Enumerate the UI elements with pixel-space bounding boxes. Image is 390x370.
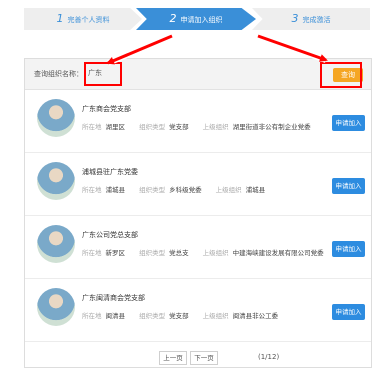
- location-label: 所在地: [82, 249, 102, 257]
- org-name: 广东公司党总支部: [82, 231, 138, 239]
- parent-value: 闽清县非公工委: [232, 312, 279, 320]
- step-apply-join-org: 2 申请加入组织: [136, 8, 256, 30]
- org-avatar: [37, 288, 75, 326]
- next-page-button[interactable]: 下一页: [190, 351, 218, 365]
- step-label: 完成激活: [302, 16, 331, 24]
- org-name: 广东闽清商会党支部: [82, 294, 145, 302]
- org-avatar: [37, 162, 75, 200]
- page-indicator: (1/12): [258, 353, 280, 361]
- org-list-item: 广东商会党支部 所在地 湖里区 组织类型 党支部 上级组织 湖里街道非公有制企业党委 …: [25, 90, 371, 153]
- org-name: 浦城县驻广东党委: [82, 168, 138, 176]
- step-complete-profile: 1 完善个人资料: [24, 8, 142, 30]
- step-number: 1: [56, 12, 64, 25]
- parent-value: 湖里街道非公有制企业党委: [232, 123, 311, 131]
- parent-label: 上级组织: [202, 249, 229, 257]
- location-value: 新罗区: [105, 249, 126, 257]
- org-list-item: 浦城县驻广东党委 所在地 浦城县 组织类型 乡科级党委 上级组织 浦城县 申请加入: [25, 153, 371, 216]
- location-value: 闽清县: [105, 312, 126, 320]
- pagination: 上一页 下一页 (1/12): [25, 351, 371, 365]
- parent-value: 中建海峡建设发展有限公司党委: [232, 249, 324, 257]
- org-name: 广东商会党支部: [82, 105, 131, 113]
- org-list-item: 广东闽清商会党支部 所在地 闽清县 组织类型 党支部 上级组织 闽清县非公工委 申请加…: [25, 279, 371, 342]
- step-label: 完善个人资料: [67, 16, 110, 24]
- highlight-box-search-button: [320, 62, 362, 88]
- arrow-to-search-button: [257, 34, 328, 62]
- org-meta: 所在地 湖里区 组织类型 党支部 上级组织 湖里街道非公有制企业党委: [82, 121, 323, 131]
- type-label: 组织类型: [139, 123, 166, 131]
- org-meta: 所在地 新罗区 组织类型 党总支 上级组织 中建海峡建设发展有限公司党委: [82, 247, 336, 257]
- step-progress-bar: 1 完善个人资料 2 申请加入组织 3 完成激活: [24, 8, 370, 30]
- prev-page-button[interactable]: 上一页: [159, 351, 187, 365]
- parent-label: 上级组织: [215, 186, 242, 194]
- parent-label: 上级组织: [202, 312, 229, 320]
- step-number: 2: [169, 12, 177, 25]
- type-label: 组织类型: [139, 249, 166, 257]
- step-activation: 3 完成激活: [252, 8, 370, 30]
- org-meta: 所在地 闽清县 组织类型 党支部 上级组织 闽清县非公工委: [82, 310, 290, 320]
- step-number: 3: [291, 12, 299, 25]
- apply-join-button[interactable]: 申请加入: [332, 241, 365, 257]
- parent-value: 浦城县: [245, 186, 266, 194]
- step-label: 申请加入组织: [180, 16, 223, 24]
- type-label: 组织类型: [139, 186, 166, 194]
- type-value: 乡科级党委: [169, 186, 202, 194]
- parent-label: 上级组织: [202, 123, 229, 131]
- type-label: 组织类型: [139, 312, 166, 320]
- org-meta: 所在地 浦城县 组织类型 乡科级党委 上级组织 浦城县: [82, 184, 277, 194]
- org-list-item: 广东公司党总支部 所在地 新罗区 组织类型 党总支 上级组织 中建海峡建设发展有限公司…: [25, 216, 371, 279]
- location-label: 所在地: [82, 186, 102, 194]
- type-value: 党支部: [169, 312, 189, 320]
- type-value: 党总支: [169, 249, 189, 257]
- search-label: 查询组织名称：: [34, 70, 83, 78]
- apply-join-button[interactable]: 申请加入: [332, 178, 365, 194]
- apply-join-button[interactable]: 申请加入: [332, 115, 365, 131]
- highlight-box-search-input: [84, 62, 122, 86]
- location-label: 所在地: [82, 312, 102, 320]
- location-value: 浦城县: [105, 186, 126, 194]
- org-search-panel: 查询组织名称： 查询 广东商会党支部 所在地湖里区 组织类型党支部 上级组织湖里…: [24, 58, 372, 368]
- org-avatar: [37, 225, 75, 263]
- location-value: 湖里区: [105, 123, 126, 131]
- org-avatar: [37, 99, 75, 137]
- type-value: 党支部: [169, 123, 189, 131]
- apply-join-button[interactable]: 申请加入: [332, 304, 365, 320]
- location-label: 所在地: [82, 123, 102, 131]
